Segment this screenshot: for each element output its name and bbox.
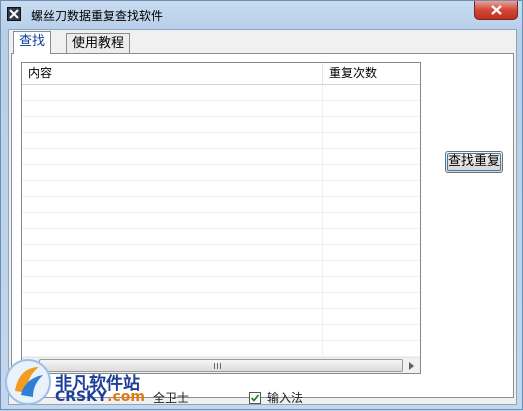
app-window: 螺丝刀数据重复查找软件 查找 使用教程 内容 重复次数 查找重复 全卫士 输入法… <box>0 0 523 410</box>
table-row[interactable] <box>22 261 420 277</box>
table-row[interactable] <box>22 165 420 181</box>
list-body[interactable] <box>22 85 420 357</box>
tab-panel-find: 内容 重复次数 查找重复 <box>11 53 514 398</box>
crsky-logo-icon <box>5 359 51 405</box>
crsky-watermark: 非凡软件站 CRSKY.com <box>1 353 163 411</box>
table-row[interactable] <box>22 117 420 133</box>
table-row[interactable] <box>22 213 420 229</box>
table-row[interactable] <box>22 133 420 149</box>
client-area: 查找 使用教程 内容 重复次数 查找重复 全卫士 输入法 <box>8 29 517 405</box>
table-row[interactable] <box>22 309 420 325</box>
column-divider <box>322 85 323 357</box>
table-row[interactable] <box>22 101 420 117</box>
find-duplicates-label: 查找重复 <box>447 154 500 169</box>
column-repeat-count[interactable]: 重复次数 <box>322 63 420 84</box>
title-bar[interactable]: 螺丝刀数据重复查找软件 <box>1 1 522 29</box>
results-list[interactable]: 内容 重复次数 <box>21 62 421 374</box>
table-row[interactable] <box>22 293 420 309</box>
tab-find[interactable]: 查找 <box>13 31 52 54</box>
checkmark-icon <box>251 394 259 402</box>
table-row[interactable] <box>22 149 420 165</box>
column-content[interactable]: 内容 <box>22 63 322 84</box>
window-title: 螺丝刀数据重复查找软件 <box>31 9 164 23</box>
input-method-label: 输入法 <box>267 391 304 405</box>
table-row[interactable] <box>22 245 420 261</box>
list-header: 内容 重复次数 <box>22 63 420 85</box>
scroll-right-button[interactable] <box>404 358 420 373</box>
find-duplicates-button[interactable]: 查找重复 <box>445 151 503 173</box>
input-method-checkbox[interactable] <box>249 392 261 404</box>
table-row[interactable] <box>22 85 420 101</box>
close-button[interactable] <box>474 1 518 20</box>
table-row[interactable] <box>22 229 420 245</box>
table-row[interactable] <box>22 325 420 341</box>
app-icon[interactable] <box>7 7 21 21</box>
table-row[interactable] <box>22 197 420 213</box>
grip-icon <box>214 363 224 369</box>
arrow-right-icon <box>409 362 414 370</box>
table-row[interactable] <box>22 181 420 197</box>
close-icon <box>491 5 502 15</box>
tab-tutorial[interactable]: 使用教程 <box>66 33 131 54</box>
table-row[interactable] <box>22 277 420 293</box>
watermark-english: CRSKY.com <box>55 389 145 405</box>
input-method-option[interactable]: 输入法 <box>249 390 329 406</box>
